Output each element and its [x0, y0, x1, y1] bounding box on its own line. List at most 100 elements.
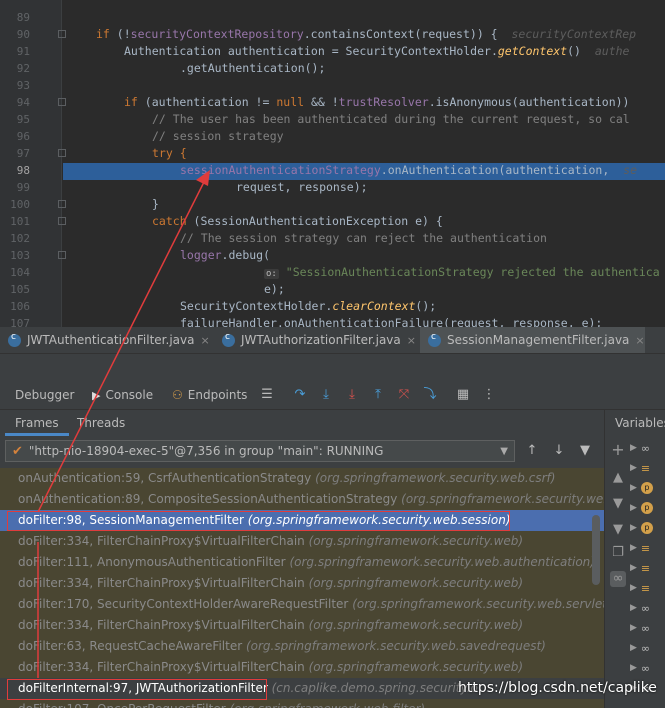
variable-row[interactable]: ▶ ≡ — [630, 558, 665, 578]
frame-method: doFilter:107, OncePerRequestFilter — [18, 702, 226, 708]
tab-jwt-authentication-filter[interactable]: JWTAuthenticationFilter.java × — [0, 327, 212, 353]
variable-row[interactable]: ▶ ≡ — [630, 578, 665, 598]
tab-threads[interactable]: Threads — [67, 410, 135, 436]
variable-row[interactable]: ▶ ∞ — [630, 618, 665, 638]
code-line-106: SecurityContextHolder.clearContext(); — [180, 299, 437, 313]
frame-method: onAuthentication:89, CompositeSessionAut… — [18, 492, 398, 506]
fold-marker[interactable] — [58, 30, 66, 38]
watches-icon[interactable]: ∞ — [610, 571, 626, 587]
frames-scrollbar[interactable] — [592, 515, 600, 585]
code-line-101: catch (SessionAuthenticationException e)… — [152, 214, 443, 228]
thread-dropdown[interactable]: ✔ "http-nio-18904-exec-5"@7,356 in group… — [5, 440, 515, 462]
step-out-icon[interactable]: ⤒ — [370, 387, 386, 403]
code-line-95: // The user has been authenticated durin… — [152, 112, 630, 126]
variable-row[interactable]: ▶ p — [630, 498, 665, 518]
variable-row[interactable]: ▶ ∞ — [630, 638, 665, 658]
endpoints-label: Endpoints — [187, 388, 248, 402]
stack-frame-row[interactable]: onAuthentication:89, CompositeSessionAut… — [0, 489, 604, 510]
tab-frames[interactable]: Frames — [5, 410, 69, 436]
variable-row[interactable]: ▶ ∞ — [630, 598, 665, 618]
add-icon[interactable]: + — [610, 442, 626, 458]
stack-frame-row[interactable]: doFilter:334, FilterChainProxy$VirtualFi… — [0, 573, 604, 594]
variable-row[interactable]: ▶ ∞ — [630, 658, 665, 678]
code-line-104: o: "SessionAuthenticationStrategy reject… — [264, 265, 660, 279]
line-number: 100 — [10, 198, 30, 211]
code-editor[interactable]: 89 90 91 92 93 94 95 96 97 98 99 100 101 102 103 104 105… — [0, 0, 665, 327]
stack-frame-row[interactable]: onAuthentication:59, CsrfAuthenticationS… — [0, 468, 604, 489]
code-line-100: } — [152, 197, 159, 211]
arrow-down-icon[interactable]: ↓ — [552, 444, 566, 458]
arrow-down-icon[interactable]: ▼ — [610, 522, 626, 538]
stack-frame-row[interactable]: doFilter:334, FilterChainProxy$VirtualFi… — [0, 657, 604, 678]
code-line-103: logger.debug( — [180, 248, 271, 262]
frame-package: (org.springframework.security.web.authen… — [289, 555, 595, 569]
line-number: 105 — [10, 283, 30, 296]
stack-frame-row[interactable]: doFilter:170, SecurityContextHolderAware… — [0, 594, 604, 615]
arrow-up-icon[interactable]: ↑ — [525, 444, 539, 458]
variable-row[interactable]: ▶ ≡ — [630, 538, 665, 558]
java-class-icon — [8, 332, 21, 347]
run-to-cursor-icon[interactable]: ⤵ — [422, 387, 438, 403]
variable-row[interactable]: ▶ ∞ — [630, 438, 665, 458]
variable-row[interactable]: ▶ p — [630, 518, 665, 538]
evaluate-expression-icon[interactable]: ▦ — [455, 387, 471, 403]
tab-jwt-authorization-filter[interactable]: JWTAuthorizationFilter.java × — [214, 327, 418, 353]
code-line-102: // The session strategy can reject the a… — [180, 231, 547, 245]
frame-package: (org.springframework.security.web) — [308, 618, 524, 632]
stack-frame-row[interactable]: doFilter:63, RequestCacheAwareFilter (or… — [0, 636, 604, 657]
arrow-down-icon[interactable]: ▼ — [610, 496, 626, 512]
fold-marker[interactable] — [58, 217, 66, 225]
list-icon: ≡ — [640, 561, 651, 575]
code-line-99: request, response); — [236, 180, 368, 194]
stack-frame-row[interactable]: doFilter:334, FilterChainProxy$VirtualFi… — [0, 531, 604, 552]
frames-list: onAuthentication:59, CsrfAuthenticationS… — [0, 466, 604, 708]
watch-icon: ∞ — [640, 661, 651, 675]
frame-method: doFilter:334, FilterChainProxy$VirtualFi… — [18, 576, 305, 590]
fold-marker[interactable] — [58, 251, 66, 259]
stack-frame-row[interactable]: doFilter:107, OncePerRequestFilter (org.… — [0, 699, 604, 708]
java-class-icon — [428, 332, 441, 347]
layout-menu-icon[interactable]: ☰ — [259, 387, 275, 403]
endpoints-icon: ⚇ — [172, 388, 183, 402]
tab-label: JWTAuthorizationFilter.java — [241, 333, 401, 347]
close-icon[interactable]: × — [200, 334, 209, 347]
line-number: 89 — [16, 11, 30, 24]
arrow-up-icon[interactable]: ▲ — [610, 470, 626, 486]
filter-icon[interactable]: ▼ — [578, 444, 592, 458]
endpoints-tab[interactable]: ⚇ Endpoints — [172, 380, 247, 410]
frame-package: (org.springframework.security.web.savedr… — [245, 639, 546, 653]
console-icon: ▶ — [92, 388, 101, 402]
step-over-icon[interactable]: ⤓ — [318, 387, 334, 403]
variable-row[interactable]: ▶ p — [630, 478, 665, 498]
close-icon[interactable]: × — [407, 334, 416, 347]
variable-row[interactable]: ▶ ≡ — [630, 458, 665, 478]
fold-marker[interactable] — [58, 98, 66, 106]
debugger-tab[interactable]: Debugger — [15, 380, 74, 410]
line-number: 102 — [10, 232, 30, 245]
frame-package: (org.springframework.security.web) — [308, 576, 524, 590]
close-icon[interactable]: × — [635, 334, 644, 347]
code-line-98: sessionAuthenticationStrategy.onAuthenti… — [180, 163, 637, 177]
stack-frame-row[interactable]: doFilter:111, AnonymousAuthenticationFil… — [0, 552, 604, 573]
fold-marker[interactable] — [58, 149, 66, 157]
line-number: 95 — [16, 113, 30, 126]
debug-header — [0, 354, 665, 380]
fold-marker[interactable] — [58, 200, 66, 208]
more-icon[interactable]: ⋮ — [481, 387, 497, 403]
ide-window: { "editor": { "line_numbers": ["89","90"… — [0, 0, 665, 708]
tab-session-management-filter[interactable]: SessionManagementFilter.java × — [420, 327, 645, 353]
step-into-icon[interactable]: ⤓ — [344, 387, 360, 403]
line-number: 93 — [16, 79, 30, 92]
tab-label: JWTAuthenticationFilter.java — [27, 333, 195, 347]
drop-frame-icon[interactable]: ⤧ — [396, 387, 412, 403]
code-line-97: try { — [152, 146, 187, 160]
copy-icon[interactable]: ❐ — [610, 545, 626, 561]
line-number: 90 — [16, 28, 30, 41]
line-number: 101 — [10, 215, 30, 228]
frame-package: (org.springframework.security.web) — [308, 660, 524, 674]
variables-label: Variables — [615, 416, 665, 430]
stack-frame-row[interactable]: doFilter:334, FilterChainProxy$VirtualFi… — [0, 615, 604, 636]
chevron-down-icon: ▼ — [500, 445, 508, 457]
console-tab[interactable]: ▶ Console — [92, 380, 153, 410]
show-execution-point-icon[interactable]: ↷ — [292, 387, 308, 403]
